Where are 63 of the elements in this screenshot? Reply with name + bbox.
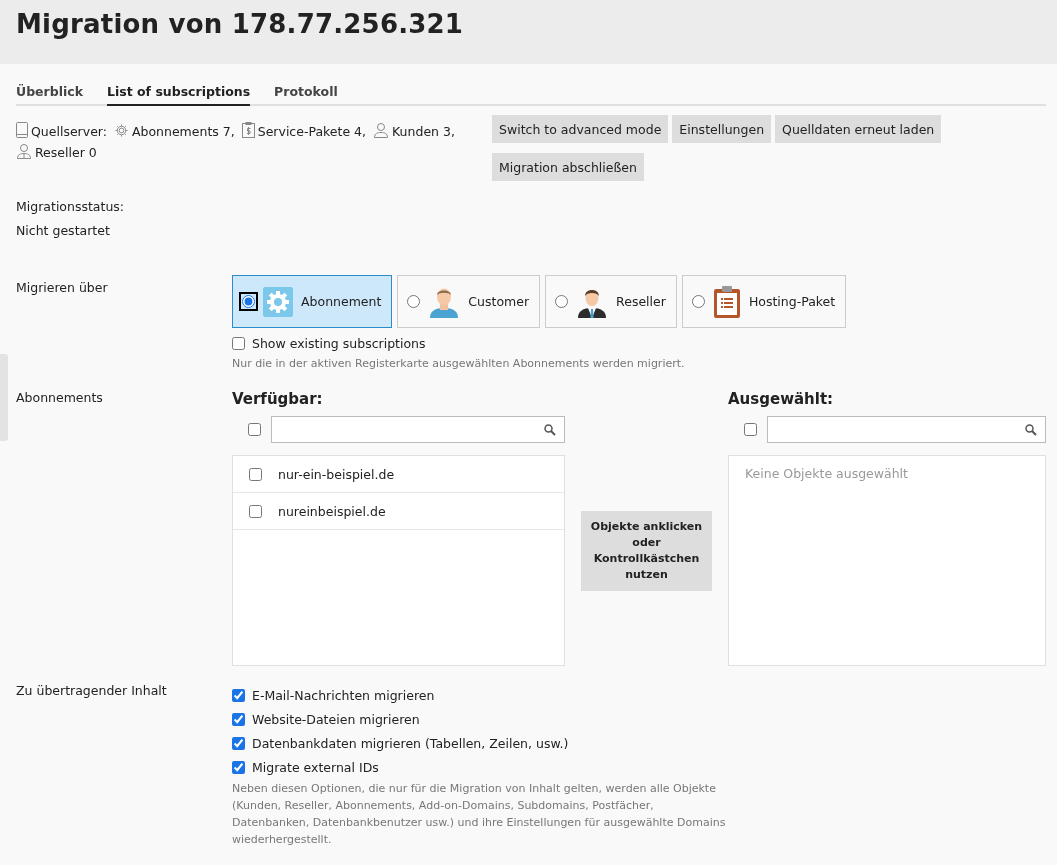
field-label: Abonnements	[16, 390, 103, 405]
tab[interactable]: Protokoll	[274, 82, 338, 106]
search-field[interactable]	[271, 416, 565, 443]
source-count: Reseller 0	[35, 145, 97, 160]
tab[interactable]: Überblick	[16, 82, 83, 106]
status-value: Nicht gestartet	[16, 222, 111, 240]
clipboard-icon	[712, 285, 741, 318]
select-all-checkbox[interactable]	[248, 423, 261, 436]
radio-button[interactable]	[407, 295, 421, 308]
search-icon	[544, 423, 556, 436]
checkbox[interactable]	[232, 712, 245, 726]
source-count: Service-Pakete 4,	[257, 124, 367, 139]
source-server-label: Quellserver:	[31, 124, 107, 139]
person-tie-icon	[16, 143, 32, 159]
checkbox-label: Show existing subscriptions	[252, 336, 426, 351]
radio-button[interactable]	[555, 295, 569, 308]
transfer-button[interactable]: Objekte anklicken oder Kontrollkästchen nutzen	[581, 510, 712, 591]
person-icon	[373, 122, 390, 138]
action-button[interactable]: Einstellungen	[672, 115, 772, 143]
clipboard-dollar-icon	[241, 122, 255, 138]
column-heading: Ausgewählt:	[728, 390, 835, 408]
page-title: Migration von 178.77.256.321	[16, 8, 465, 41]
option-label: Abonnement	[301, 294, 382, 309]
checkbox-label: Datenbankdaten migrieren (Tabellen, Zeilen, usw.)	[252, 735, 569, 751]
option-label: Customer	[468, 294, 530, 309]
option-card[interactable]: Abonnement	[232, 275, 393, 328]
option-card[interactable]: Reseller	[545, 275, 677, 328]
action-button[interactable]: Quelldaten erneut laden	[775, 115, 942, 143]
search-field[interactable]	[767, 416, 1046, 443]
radio-button[interactable]	[242, 295, 255, 308]
checkbox[interactable]	[249, 504, 262, 518]
domain-name[interactable]: nur-ein-beispiel.de	[278, 466, 395, 482]
empty-message: Keine Objekte ausgewählt	[744, 465, 909, 483]
option-label: Hosting-Paket	[748, 294, 836, 309]
checkbox-label: Website-Dateien migrieren	[252, 711, 420, 727]
field-label: Zu übertragender Inhalt	[16, 683, 167, 698]
checkbox[interactable]	[232, 760, 245, 774]
status-label: Migrationsstatus:	[16, 198, 126, 216]
hint-text: Nur die in der aktiven Registerkarte ausgewählten Abonnements werden migriert.	[232, 357, 686, 370]
radio-button[interactable]	[691, 295, 705, 308]
select-all-checkbox[interactable]	[744, 423, 757, 436]
tab[interactable]: List of subscriptions	[107, 82, 251, 106]
action-button[interactable]: Switch to advanced mode	[492, 115, 669, 143]
action-button[interactable]: Migration abschließen	[492, 153, 644, 181]
source-count: Kunden 3,	[392, 124, 455, 139]
option-card[interactable]: Customer	[397, 275, 541, 328]
checkbox[interactable]	[232, 736, 245, 750]
search-icon	[1025, 423, 1037, 436]
option-label: Reseller	[616, 294, 666, 309]
server-icon	[16, 122, 28, 138]
note-text: Neben diesen Optionen, die nur für die Migration von Inhalt gelten, werden alle Objekte (Kunden, Reseller, Abonnements, Add-on-Domains, Subdomains, Postfächer, Datenbanken, Datenbankbenutzer usw.) und ihre Einstellungen für ausgewählte Domains wiederhergestellt.	[232, 781, 726, 848]
checkbox[interactable]	[249, 467, 262, 481]
checkbox-label: Migrate external IDs	[252, 759, 379, 775]
gear-icon	[263, 286, 293, 317]
checkbox-label: E-Mail-Nachrichten migrieren	[252, 687, 435, 703]
field-label: Migrieren über	[16, 280, 108, 295]
checkbox[interactable]	[232, 688, 245, 702]
column-heading: Verfügbar:	[232, 390, 324, 408]
source-count: Abonnements 7,	[131, 124, 235, 139]
gear-icon	[113, 123, 129, 138]
domain-name[interactable]: nureinbeispiel.de	[278, 503, 386, 519]
option-card[interactable]: Hosting-Paket	[681, 275, 847, 328]
checkbox[interactable]	[232, 337, 245, 350]
